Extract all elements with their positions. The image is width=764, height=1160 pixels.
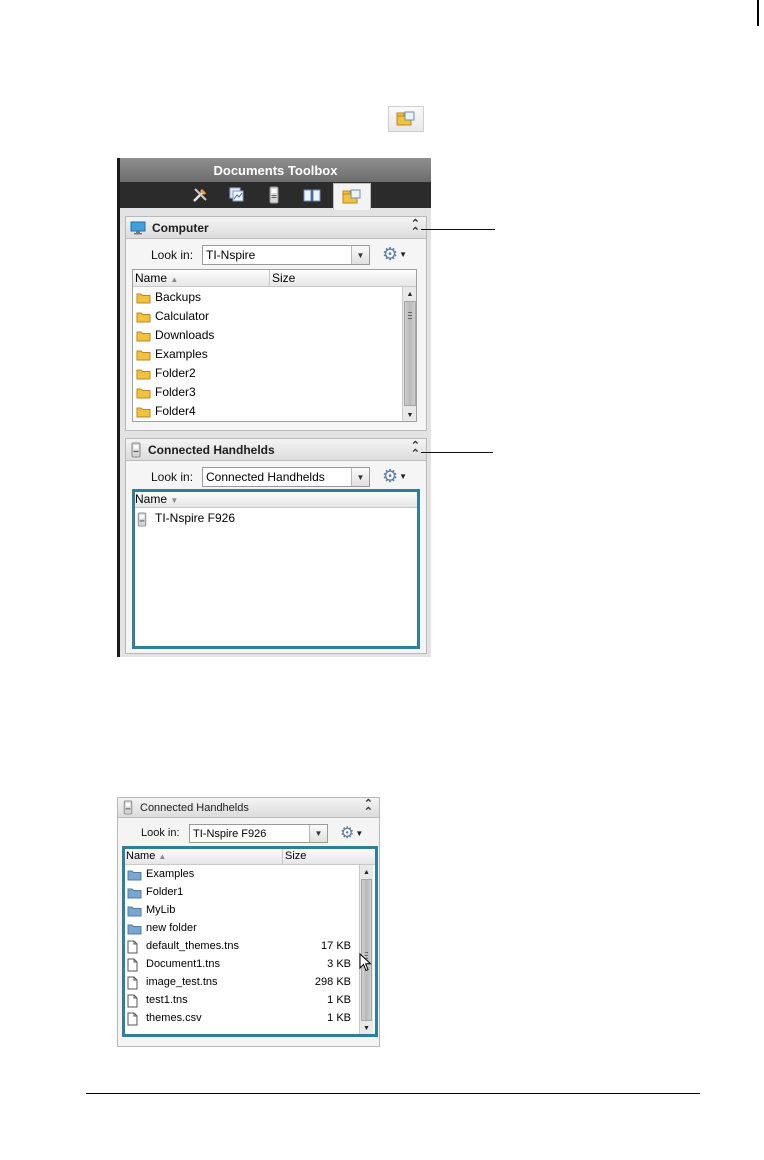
list-highlight xyxy=(132,489,420,649)
list-item[interactable]: Folder2 xyxy=(133,364,416,383)
callout-line xyxy=(421,452,493,453)
collapse-icon[interactable]: ⌃ ⌃ xyxy=(364,799,373,818)
handhelds-panel-title: Connected Handhelds xyxy=(140,801,249,814)
collapse-icon[interactable]: ⌃ ⌃ xyxy=(411,219,420,238)
handhelds-panel-header[interactable]: Connected Handhelds ⌃ ⌃ xyxy=(126,439,426,461)
top-margin-rule xyxy=(757,0,759,26)
computer-rows: Backups Calculator Downloads Examples Folder… xyxy=(133,287,416,421)
list-item[interactable]: Examples xyxy=(133,345,416,364)
item-name: Examples xyxy=(155,347,208,361)
list-highlight xyxy=(122,846,378,1037)
list-item[interactable]: Calculator xyxy=(133,307,416,326)
computer-scrollbar[interactable]: ▲ ▼ xyxy=(402,287,416,421)
chevron-down-icon[interactable]: ▼ xyxy=(309,825,327,842)
scroll-down-icon[interactable]: ▼ xyxy=(403,408,416,421)
look-in-select[interactable]: TI-Nspire F926 ▼ xyxy=(189,824,328,843)
chevron-down-icon[interactable]: ▼ xyxy=(351,246,369,264)
gear-icon[interactable]: ⚙ ▼ xyxy=(382,466,407,487)
computer-panel-header[interactable]: Computer ⌃ ⌃ xyxy=(126,217,426,239)
item-name: Folder2 xyxy=(155,366,196,380)
utilities-icon xyxy=(388,106,424,132)
handheld-icon xyxy=(131,442,141,457)
list-item[interactable]: Folder4 xyxy=(133,402,416,421)
list-item[interactable]: Downloads xyxy=(133,326,416,345)
document-tools-icon[interactable] xyxy=(186,184,214,206)
computer-panel-title: Computer xyxy=(152,220,209,235)
item-name: Folder4 xyxy=(155,404,196,418)
folder-icon xyxy=(136,405,151,421)
look-in-label: Look in: xyxy=(151,470,194,484)
look-in-select[interactable]: Connected Handhelds ▼ xyxy=(202,467,370,487)
look-in-label: Look in: xyxy=(141,827,180,839)
gear-icon[interactable]: ⚙ ▼ xyxy=(340,823,363,843)
item-name: Downloads xyxy=(155,328,215,342)
scroll-thumb[interactable] xyxy=(404,301,416,406)
chevron-down-icon[interactable]: ▼ xyxy=(351,468,369,486)
list-header: Name ▲ Size xyxy=(133,270,416,287)
look-in-value: TI-Nspire F926 xyxy=(193,827,267,840)
gear-icon[interactable]: ⚙ ▼ xyxy=(382,244,407,265)
toolbox-title: Documents Toolbox xyxy=(120,158,431,182)
look-in-label: Look in: xyxy=(151,248,194,262)
item-name: Calculator xyxy=(155,309,210,323)
column-name[interactable]: Name ▲ xyxy=(133,270,270,286)
handhelds-panel-title: Connected Handhelds xyxy=(148,442,275,457)
content-explorer-icon[interactable] xyxy=(298,184,326,206)
column-size[interactable]: Size xyxy=(270,270,402,286)
scroll-up-icon[interactable]: ▲ xyxy=(403,287,416,301)
list-item[interactable]: Folder3 xyxy=(133,383,416,402)
callout-line xyxy=(421,229,495,230)
page-sorter-icon[interactable] xyxy=(223,184,251,206)
toolbox-border xyxy=(117,158,120,657)
handheld-icon xyxy=(123,800,133,815)
footer-rule xyxy=(86,1093,700,1094)
look-in-select[interactable]: TI-Nspire ▼ xyxy=(202,245,370,265)
computer-icon xyxy=(130,221,146,234)
computer-file-list: Name ▲ Size Backups Calculator Downloads Ex… xyxy=(132,269,417,422)
look-in-value: Connected Handhelds xyxy=(206,470,325,484)
look-in-value: TI-Nspire xyxy=(206,248,256,262)
mouse-cursor-icon xyxy=(359,953,372,972)
handhelds-panel-header[interactable]: Connected Handhelds ⌃ ⌃ xyxy=(118,798,379,818)
item-name: Folder3 xyxy=(155,385,196,399)
utilities-tab[interactable] xyxy=(333,183,371,210)
list-item[interactable]: Backups xyxy=(133,288,416,307)
collapse-icon[interactable]: ⌃ ⌃ xyxy=(411,441,420,460)
handheld-emulator-icon[interactable] xyxy=(260,184,288,206)
item-name: Backups xyxy=(155,290,202,304)
